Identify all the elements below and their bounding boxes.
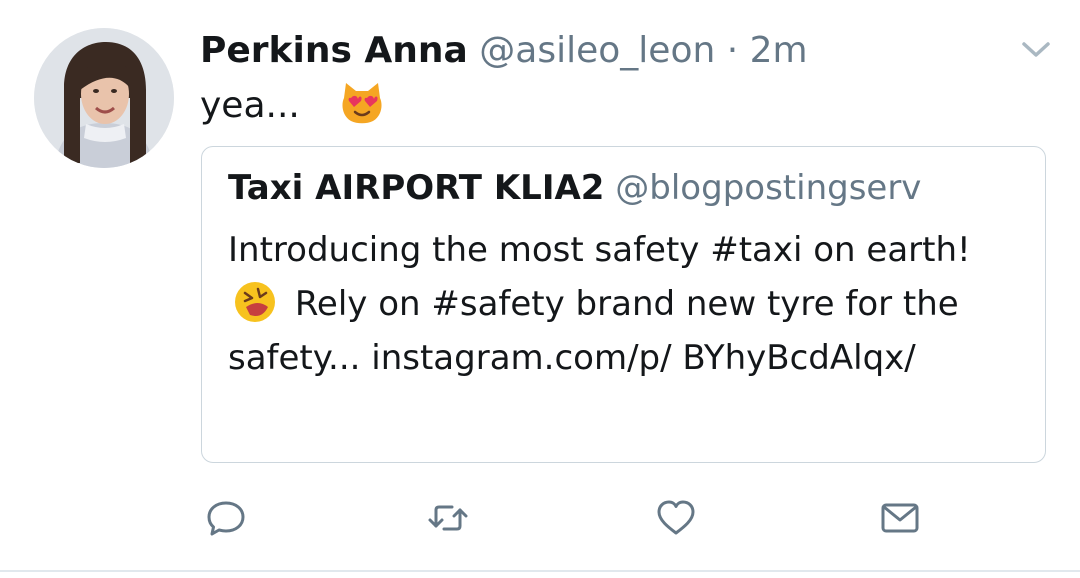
quoted-tweet-header: Taxi AIRPORT KLIA2 @blogpostingserv [228,165,921,211]
avatar-image [34,28,174,168]
quoted-tweet[interactable]: Taxi AIRPORT KLIA2 @blogpostingserv Intr… [201,146,1046,463]
author-handle[interactable]: @asileo_leon [479,30,715,71]
envelope-icon[interactable] [878,496,922,540]
reply-icon[interactable] [204,496,248,540]
tweet-actions [0,490,1080,550]
rolling-on-floor-laughing-icon [232,279,278,325]
tweet[interactable]: Perkins Anna @asileo_leon · 2m yea... Ta… [0,0,1080,578]
quoted-tweet-text: Introducing the most safety #taxi on ear… [228,223,1018,385]
avatar[interactable] [34,28,174,168]
quoted-author-name: Taxi AIRPORT KLIA2 [228,168,605,208]
quoted-text-part2: Rely on #safety brand new tyre for the s… [228,284,959,378]
smiling-cat-heart-eyes-icon [339,80,385,126]
chevron-down-icon[interactable] [1018,36,1054,62]
tweet-text: yea... [200,82,385,130]
separator-dot: · [726,30,739,71]
author-name[interactable]: Perkins Anna [200,30,468,71]
quoted-text-part1: Introducing the most safety #taxi on ear… [228,230,971,270]
tweet-header: Perkins Anna @asileo_leon · 2m [200,28,808,74]
divider [0,570,1080,572]
tweet-text-content: yea... [200,85,300,126]
retweet-icon[interactable] [426,496,470,540]
heart-icon[interactable] [654,496,698,540]
quoted-author-handle: @blogpostingserv [615,168,922,208]
tweet-time[interactable]: 2m [750,30,808,71]
